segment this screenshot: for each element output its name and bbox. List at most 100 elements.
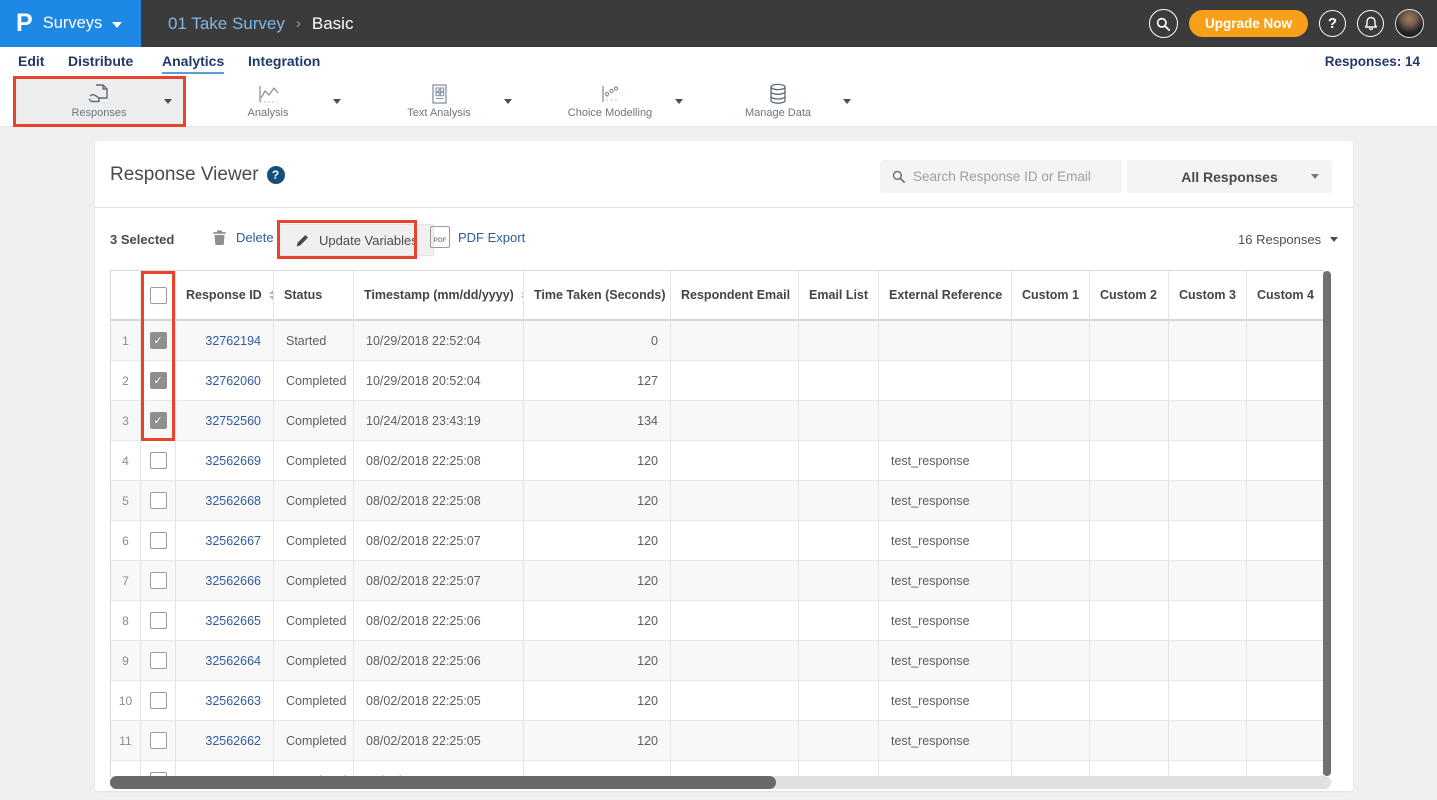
row-checkbox[interactable] bbox=[150, 652, 167, 669]
row-checkbox[interactable] bbox=[150, 572, 167, 589]
pdf-export-label: PDF Export bbox=[458, 230, 525, 245]
text-analysis-toolbar-item[interactable]: Text Analysis bbox=[353, 77, 525, 126]
pdf-export-button[interactable]: PDF PDF Export bbox=[430, 226, 525, 248]
custom4-cell bbox=[1247, 361, 1323, 401]
notifications-button[interactable] bbox=[1357, 10, 1384, 37]
tab-integration[interactable]: Integration bbox=[248, 53, 320, 69]
response-id-link[interactable]: 32562669 bbox=[205, 454, 261, 468]
analytics-toolbar: Responses Analysis Text Analysis Choice … bbox=[0, 77, 1437, 127]
choice-modelling-toolbar-item[interactable]: Choice Modelling bbox=[524, 77, 696, 126]
row-checkbox[interactable] bbox=[150, 452, 167, 469]
custom1-cell bbox=[1012, 561, 1090, 601]
email-cell bbox=[671, 721, 799, 761]
response-id-link[interactable]: 32562665 bbox=[205, 614, 261, 628]
tab-analytics[interactable]: Analytics bbox=[162, 53, 224, 74]
user-avatar[interactable] bbox=[1395, 9, 1424, 38]
responses-toolbar-item[interactable]: Responses bbox=[13, 77, 185, 126]
response-id-cell: 32562666 bbox=[176, 561, 274, 601]
response-id-link[interactable]: 32562664 bbox=[205, 654, 261, 668]
column-header-time_taken[interactable]: Time Taken (Seconds) bbox=[524, 271, 671, 321]
search-button[interactable] bbox=[1149, 9, 1178, 38]
response-id-link[interactable]: 32762194 bbox=[205, 334, 261, 348]
update-variables-button[interactable]: Update Variables bbox=[279, 224, 434, 256]
timestamp-cell: 08/02/2018 22:25:08 bbox=[354, 481, 524, 521]
analysis-toolbar-label: Analysis bbox=[182, 107, 354, 119]
row-checkbox[interactable] bbox=[150, 612, 167, 629]
time_taken-cell: 120 bbox=[524, 601, 671, 641]
custom1-cell bbox=[1012, 401, 1090, 441]
custom4-cell bbox=[1247, 721, 1323, 761]
email-cell bbox=[671, 681, 799, 721]
response-id-link[interactable]: 32562663 bbox=[205, 694, 261, 708]
email_list-cell bbox=[799, 401, 879, 441]
delete-button[interactable]: Delete bbox=[212, 229, 274, 246]
response-id-link[interactable]: 32562668 bbox=[205, 494, 261, 508]
column-header-timestamp[interactable]: Timestamp (mm/dd/yyyy) bbox=[354, 271, 524, 321]
title-help-icon[interactable]: ? bbox=[267, 166, 285, 184]
custom3-cell bbox=[1169, 641, 1247, 681]
response-filter-dropdown[interactable]: All Responses bbox=[1127, 160, 1332, 193]
row-checkbox[interactable] bbox=[150, 692, 167, 709]
custom3-cell bbox=[1169, 561, 1247, 601]
response-id-link[interactable]: 32562662 bbox=[205, 734, 261, 748]
breadcrumb: 01 Take Survey › Basic bbox=[168, 0, 353, 47]
responses-table-container: Response IDStatusTimestamp (mm/dd/yyyy)T… bbox=[110, 270, 1331, 777]
timestamp-cell: 10/29/2018 20:52:04 bbox=[354, 361, 524, 401]
horizontal-scrollbar-track[interactable] bbox=[110, 776, 1331, 789]
row-checkbox[interactable]: ✓ bbox=[150, 372, 167, 389]
response-id-link[interactable]: 32562666 bbox=[205, 574, 261, 588]
email-cell bbox=[671, 561, 799, 601]
column-header-id[interactable]: Response ID bbox=[176, 271, 274, 321]
row-checkbox[interactable]: ✓ bbox=[150, 332, 167, 349]
custom2-cell bbox=[1090, 761, 1169, 777]
page-title-text: Response Viewer bbox=[110, 164, 259, 186]
row-checkbox[interactable] bbox=[150, 492, 167, 509]
email_list-cell bbox=[799, 361, 879, 401]
upgrade-now-button[interactable]: Upgrade Now bbox=[1189, 10, 1308, 37]
manage-data-toolbar-item[interactable]: Manage Data bbox=[692, 77, 864, 126]
row-checkbox[interactable] bbox=[150, 732, 167, 749]
column-label: Response ID bbox=[186, 288, 262, 302]
horizontal-scrollbar-thumb[interactable] bbox=[110, 776, 776, 789]
response-id-link[interactable]: 32762060 bbox=[205, 374, 261, 388]
responses-count-dropdown[interactable]: 16 Responses bbox=[1238, 232, 1338, 247]
response-id-cell: 32562664 bbox=[176, 641, 274, 681]
breadcrumb-survey-link[interactable]: 01 Take Survey bbox=[168, 14, 285, 34]
pencil-icon bbox=[295, 233, 310, 248]
timestamp-cell: 08/02/2018 22:25:07 bbox=[354, 521, 524, 561]
row-checkbox[interactable]: ✓ bbox=[150, 412, 167, 429]
tab-distribute[interactable]: Distribute bbox=[68, 53, 133, 69]
tab-edit[interactable]: Edit bbox=[18, 53, 44, 69]
email-cell bbox=[671, 401, 799, 441]
analysis-dropdown-caret-icon[interactable] bbox=[333, 99, 341, 104]
response-id-link[interactable]: 32752560 bbox=[205, 414, 261, 428]
custom1-cell bbox=[1012, 321, 1090, 361]
row-checkbox[interactable] bbox=[150, 532, 167, 549]
responses-toolbar-label: Responses bbox=[13, 107, 185, 119]
checkbox-cell: ✓ bbox=[141, 321, 176, 361]
custom1-cell bbox=[1012, 641, 1090, 681]
status-cell: Completed bbox=[274, 401, 354, 441]
external_ref-cell bbox=[879, 401, 1012, 441]
timestamp-cell: 08/02/2018 22:25:06 bbox=[354, 601, 524, 641]
custom1-cell bbox=[1012, 601, 1090, 641]
manage-data-dropdown-caret-icon[interactable] bbox=[843, 99, 851, 104]
status-cell: Completed bbox=[274, 521, 354, 561]
vertical-scrollbar[interactable] bbox=[1323, 271, 1331, 776]
choice-modelling-dropdown-caret-icon[interactable] bbox=[675, 99, 683, 104]
response-id-cell: 32562665 bbox=[176, 601, 274, 641]
help-button[interactable]: ? bbox=[1319, 10, 1346, 37]
custom1-cell bbox=[1012, 721, 1090, 761]
custom2-cell bbox=[1090, 521, 1169, 561]
response-id-link[interactable]: 32562667 bbox=[205, 534, 261, 548]
custom2-cell bbox=[1090, 321, 1169, 361]
responses-dropdown-caret-icon[interactable] bbox=[164, 99, 172, 104]
search-input[interactable] bbox=[913, 169, 1108, 184]
select-all-checkbox[interactable] bbox=[150, 287, 167, 304]
surveys-menu[interactable]: P Surveys bbox=[0, 0, 141, 47]
analysis-toolbar-item[interactable]: Analysis bbox=[182, 77, 354, 126]
column-header-custom2: Custom 2 bbox=[1090, 271, 1169, 321]
text-analysis-dropdown-caret-icon[interactable] bbox=[504, 99, 512, 104]
column-label: Custom 4 bbox=[1257, 288, 1314, 302]
custom3-cell bbox=[1169, 601, 1247, 641]
